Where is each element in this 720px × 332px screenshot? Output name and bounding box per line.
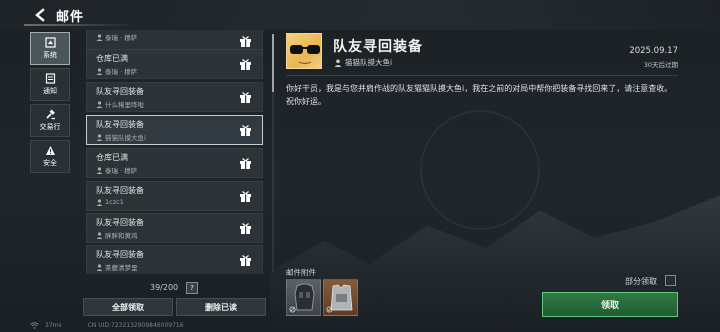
mail-list-item[interactable]: 队友寻回装备 茶蘼清梦里	[86, 245, 263, 274]
mail-date: 2025.09.17	[629, 46, 678, 56]
status-bar: 37ms CN UID:7232132909846009716	[30, 322, 184, 329]
sidebar-item-system[interactable]: 系统	[30, 32, 70, 65]
gift-icon	[240, 92, 251, 103]
mail-expire: 30天后过期	[643, 61, 678, 69]
mail-title: 仓库已满	[96, 54, 128, 63]
mail-list-item-selected[interactable]: 队友寻回装备 猫猫队摸大鱼i	[86, 115, 263, 145]
mail-title: 仓库已满	[96, 153, 128, 162]
claim-button[interactable]: 领取	[542, 292, 678, 317]
person-icon	[96, 33, 103, 41]
mail-title: 队友寻回装备	[96, 120, 144, 129]
security-warning-icon	[45, 146, 55, 155]
back-arrow-icon	[35, 8, 45, 22]
lock-icon	[326, 306, 333, 313]
mail-sender-name: 什么稀里哗啦	[105, 101, 144, 109]
sidebar-item-trade[interactable]: 交易行	[30, 104, 70, 137]
mail-list[interactable]: 泰瑞 · 穆萨 仓库已满 泰瑞 · 穆萨 队友寻回装备 什么稀里哗啦 队友寻回装…	[86, 30, 264, 274]
background-emblem	[420, 110, 540, 230]
attachment-item-armor[interactable]	[286, 279, 321, 316]
person-icon	[96, 263, 103, 271]
help-button[interactable]: ?	[186, 282, 198, 294]
person-icon	[334, 58, 342, 67]
person-icon	[96, 231, 103, 239]
header-bar: 邮件	[0, 0, 720, 30]
gift-icon	[240, 255, 251, 266]
sender-avatar	[286, 33, 322, 69]
mail-detail-sender: 猫猫队摸大鱼i	[334, 57, 392, 68]
mail-body: 你好干员，我是与您并肩作战的队友猫猫队摸大鱼i，我在之前的对局中帮你把装备寻找回…	[286, 84, 673, 106]
mail-sender: 1czc1	[96, 198, 124, 206]
gift-icon	[240, 125, 251, 136]
mail-sender-name: 茶蘼清梦里	[105, 264, 138, 272]
system-icon	[44, 37, 56, 48]
gift-icon	[240, 223, 251, 234]
gift-icon	[240, 36, 251, 47]
mail-sender: 胖胖和黄鸡	[96, 230, 138, 240]
mail-list-item[interactable]: 仓库已满 泰瑞 · 穆萨	[86, 49, 263, 79]
sidebar-item-label: 通知	[43, 87, 57, 95]
mail-count: 39/200	[150, 283, 179, 292]
sidebar-item-label: 交易行	[39, 123, 61, 131]
attachments-label: 邮件附件	[286, 268, 316, 277]
sidebar-item-label: 安全	[43, 159, 57, 167]
mail-sender: 泰瑞 · 穆萨	[96, 66, 137, 76]
delete-read-button[interactable]: 删除已读	[176, 298, 266, 316]
sidebar-item-security[interactable]: 安全	[30, 140, 70, 173]
mail-detail-title: 队友寻回装备	[333, 39, 423, 55]
mail-sender: 什么稀里哗啦	[96, 99, 144, 109]
attachment-item-vest[interactable]	[323, 279, 358, 316]
mail-sender: 猫猫队摸大鱼i	[96, 132, 146, 142]
person-icon	[96, 100, 103, 108]
lock-icon	[289, 306, 296, 313]
mail-title: 队友寻回装备	[96, 250, 144, 259]
notification-icon	[45, 73, 55, 84]
ping-text: 37ms	[45, 322, 62, 329]
title-underline	[24, 24, 134, 26]
mail-sender-name: 1czc1	[105, 198, 124, 206]
mail-list-item[interactable]: 队友寻回装备 1czc1	[86, 181, 263, 211]
sunglasses-avatar-icon	[290, 45, 320, 65]
partial-claim-label: 部分领取	[625, 277, 657, 286]
mail-sender-name: 泰瑞 · 穆萨	[105, 167, 138, 175]
sidebar-item-notification[interactable]: 通知	[30, 68, 70, 101]
detail-divider	[286, 75, 678, 76]
claim-all-button[interactable]: 全部领取	[83, 298, 173, 316]
person-icon	[96, 166, 103, 174]
person-icon	[96, 67, 103, 75]
person-icon	[96, 133, 103, 141]
partial-claim-checkbox[interactable]	[665, 275, 676, 286]
mail-title: 队友寻回装备	[96, 186, 144, 195]
trade-icon	[45, 109, 55, 120]
mail-sender: 泰瑞 · 穆萨	[96, 32, 137, 42]
sidebar-item-label: 系统	[43, 51, 57, 59]
mail-sender-name: 泰瑞 · 穆萨	[105, 68, 138, 76]
mail-title: 队友寻回装备	[96, 87, 144, 96]
mail-title: 队友寻回装备	[96, 218, 144, 227]
mail-sender: 茶蘼清梦里	[96, 262, 138, 272]
mail-list-item[interactable]: 仓库已满 泰瑞 · 穆萨	[86, 148, 263, 178]
wifi-icon	[30, 322, 39, 329]
mail-list-item[interactable]: 队友寻回装备 胖胖和黄鸡	[86, 213, 263, 243]
gift-icon	[240, 59, 251, 70]
mail-detail-sender-name: 猫猫队摸大鱼i	[345, 58, 393, 67]
mail-sender-name: 泰瑞 · 穆萨	[105, 34, 138, 42]
page-title: 邮件	[56, 9, 85, 25]
uid-text: CN UID:7232132909846009716	[87, 322, 184, 329]
sidebar: 系统 通知 交易行 安全	[30, 32, 70, 176]
gift-icon	[240, 191, 251, 202]
mail-list-item[interactable]: 队友寻回装备 什么稀里哗啦	[86, 82, 263, 112]
mail-sender-name: 胖胖和黄鸡	[105, 232, 138, 240]
gift-icon	[240, 158, 251, 169]
person-icon	[96, 198, 103, 206]
mail-sender-name: 猫猫队摸大鱼i	[105, 134, 146, 142]
mail-list-scrollbar-thumb[interactable]	[272, 34, 274, 92]
mail-sender: 泰瑞 · 穆萨	[96, 165, 137, 175]
